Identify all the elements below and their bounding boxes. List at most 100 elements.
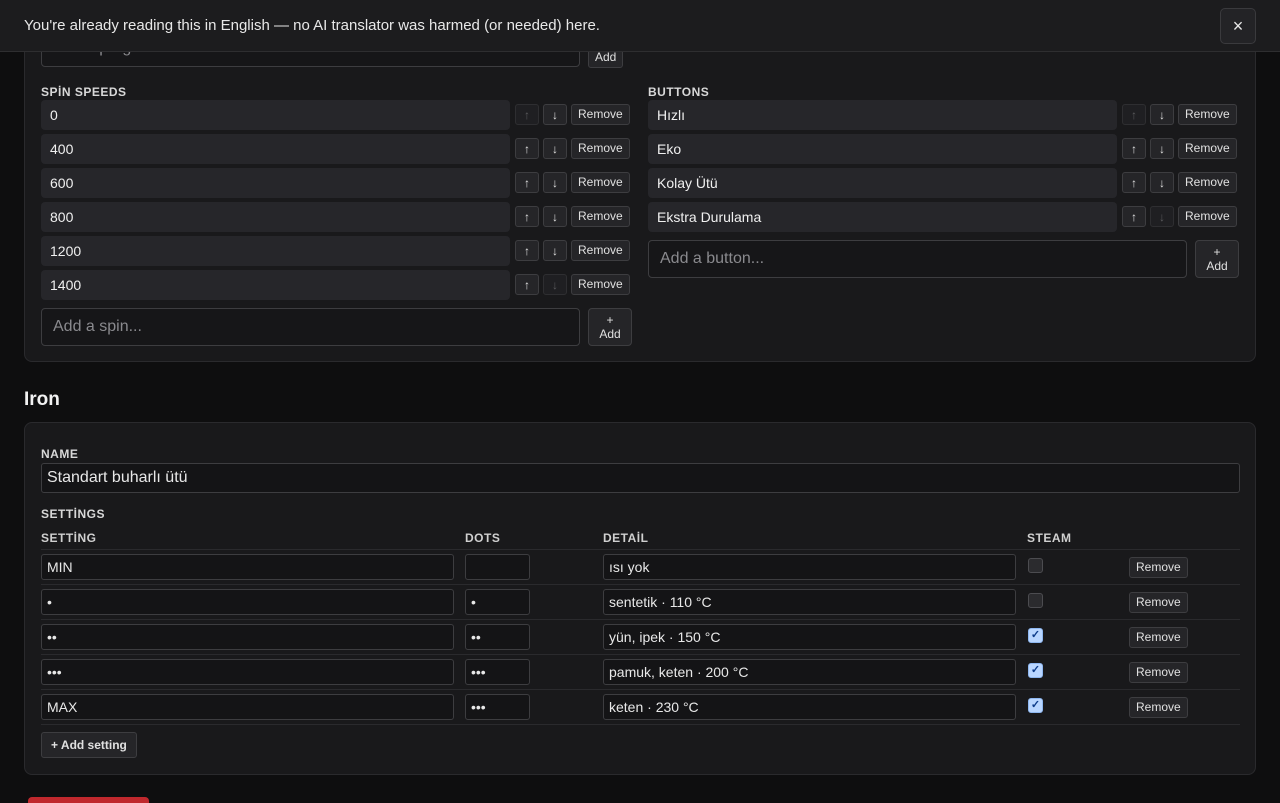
setting-input[interactable]: MAX — [41, 694, 454, 720]
setting-input[interactable]: •• — [41, 624, 454, 650]
dots-input[interactable]: • — [465, 589, 530, 615]
close-icon[interactable]: × — [1220, 8, 1256, 44]
detail-input[interactable]: pamuk, keten · 200 °C — [603, 659, 1016, 685]
arrow-up-icon[interactable]: ↑ — [1122, 206, 1146, 227]
steam-checkbox[interactable]: ✓ — [1028, 663, 1043, 678]
arrow-down-icon[interactable]: ↓ — [543, 104, 567, 125]
spin-speed-field[interactable]: 1200 — [41, 236, 510, 266]
remove-button[interactable]: Remove — [1178, 104, 1237, 125]
remove-button[interactable]: Remove — [571, 274, 630, 295]
spin-speed-field[interactable]: 1400 — [41, 270, 510, 300]
arrow-up-icon[interactable]: ↑ — [515, 206, 539, 227]
col-setting: SETTİNG — [41, 531, 97, 545]
dots-input[interactable]: •• — [465, 624, 530, 650]
remove-button[interactable]: Remove — [571, 172, 630, 193]
steam-checkbox[interactable] — [1028, 593, 1043, 608]
arrow-up-icon[interactable]: ↑ — [1122, 104, 1146, 125]
spin-speeds-heading: SPİN SPEEDS — [41, 85, 127, 99]
delete-button-partial[interactable] — [28, 797, 149, 803]
remove-button[interactable]: Remove — [571, 104, 630, 125]
remove-setting-button[interactable]: Remove — [1129, 662, 1188, 683]
remove-button[interactable]: Remove — [571, 240, 630, 261]
remove-setting-button[interactable]: Remove — [1129, 592, 1188, 613]
spin-speed-field[interactable]: 0 — [41, 100, 510, 130]
remove-button[interactable]: Remove — [1178, 172, 1237, 193]
setting-input[interactable]: MIN — [41, 554, 454, 580]
plus-icon: + — [1213, 245, 1221, 259]
button-add-button[interactable]: + Add — [1195, 240, 1239, 278]
arrow-up-icon[interactable]: ↑ — [515, 104, 539, 125]
detail-input[interactable]: sentetik · 110 °C — [603, 589, 1016, 615]
arrow-up-icon[interactable]: ↑ — [515, 138, 539, 159]
arrow-down-icon[interactable]: ↓ — [543, 240, 567, 261]
arrow-down-icon[interactable]: ↓ — [543, 138, 567, 159]
dots-input[interactable]: ••• — [465, 659, 530, 685]
spin-speed-field[interactable]: 800 — [41, 202, 510, 232]
spin-add-button[interactable]: + Add — [588, 308, 632, 346]
detail-input[interactable]: ısı yok — [603, 554, 1016, 580]
steam-checkbox[interactable]: ✓ — [1028, 628, 1043, 643]
programme-add-label: Add — [595, 50, 617, 64]
spin-add-label: Add — [599, 327, 621, 341]
iron-name-input[interactable]: Standart buharlı ütü — [41, 463, 1240, 493]
steam-checkbox[interactable] — [1028, 558, 1043, 573]
table-divider — [41, 689, 1240, 690]
button-name-field[interactable]: Kolay Ütü — [648, 168, 1117, 198]
remove-setting-button[interactable]: Remove — [1129, 627, 1188, 648]
remove-setting-button[interactable]: Remove — [1129, 557, 1188, 578]
table-divider — [41, 654, 1240, 655]
arrow-down-icon[interactable]: ↓ — [543, 172, 567, 193]
arrow-up-icon[interactable]: ↑ — [515, 240, 539, 261]
remove-button[interactable]: Remove — [571, 138, 630, 159]
arrow-up-icon[interactable]: ↑ — [515, 172, 539, 193]
arrow-up-icon[interactable]: ↑ — [515, 274, 539, 295]
table-divider — [41, 724, 1240, 725]
col-dots: DOTS — [465, 531, 501, 545]
button-add-input[interactable]: Add a button... — [648, 240, 1187, 278]
washing-machine-card: Add a programme... Add SPİN SPEEDS BUTTO… — [24, 0, 1256, 362]
name-label: NAME — [41, 447, 79, 461]
arrow-down-icon[interactable]: ↓ — [1150, 206, 1174, 227]
arrow-up-icon[interactable]: ↑ — [1122, 172, 1146, 193]
arrow-up-icon[interactable]: ↑ — [1122, 138, 1146, 159]
button-name-field[interactable]: Ekstra Durulama — [648, 202, 1117, 232]
dots-input[interactable] — [465, 554, 530, 580]
arrow-down-icon[interactable]: ↓ — [543, 274, 567, 295]
dots-input[interactable]: ••• — [465, 694, 530, 720]
iron-name-value: Standart buharlı ütü — [47, 469, 188, 486]
banner-text: You're already reading this in English —… — [24, 17, 600, 34]
col-steam: STEAM — [1027, 531, 1072, 545]
spin-add-placeholder: Add a spin... — [53, 318, 142, 335]
button-name-field[interactable]: Eko — [648, 134, 1117, 164]
col-detail: DETAİL — [603, 531, 649, 545]
table-divider — [41, 584, 1240, 585]
spin-add-input[interactable]: Add a spin... — [41, 308, 580, 346]
detail-input[interactable]: keten · 230 °C — [603, 694, 1016, 720]
button-name-field[interactable]: Hızlı — [648, 100, 1117, 130]
setting-input[interactable]: ••• — [41, 659, 454, 685]
steam-checkbox[interactable]: ✓ — [1028, 698, 1043, 713]
iron-card: NAME Standart buharlı ütü SETTİNGS SETTİ… — [24, 422, 1256, 775]
table-divider — [41, 549, 1240, 550]
remove-button[interactable]: Remove — [1178, 138, 1237, 159]
remove-button[interactable]: Remove — [571, 206, 630, 227]
add-setting-label: + Add setting — [51, 738, 127, 752]
table-divider — [41, 619, 1240, 620]
detail-input[interactable]: yün, ipek · 150 °C — [603, 624, 1016, 650]
arrow-down-icon[interactable]: ↓ — [1150, 138, 1174, 159]
spin-speed-field[interactable]: 600 — [41, 168, 510, 198]
settings-label: SETTİNGS — [41, 507, 106, 521]
notice-banner: You're already reading this in English —… — [0, 0, 1280, 52]
remove-button[interactable]: Remove — [1178, 206, 1237, 227]
arrow-down-icon[interactable]: ↓ — [543, 206, 567, 227]
remove-setting-button[interactable]: Remove — [1129, 697, 1188, 718]
setting-input[interactable]: • — [41, 589, 454, 615]
buttons-heading: BUTTONS — [648, 85, 710, 99]
iron-section-title: Iron — [24, 389, 60, 410]
arrow-down-icon[interactable]: ↓ — [1150, 104, 1174, 125]
button-add-placeholder: Add a button... — [660, 250, 765, 267]
button-add-label: Add — [1206, 259, 1228, 273]
spin-speed-field[interactable]: 400 — [41, 134, 510, 164]
arrow-down-icon[interactable]: ↓ — [1150, 172, 1174, 193]
add-setting-button[interactable]: + Add setting — [41, 732, 137, 758]
